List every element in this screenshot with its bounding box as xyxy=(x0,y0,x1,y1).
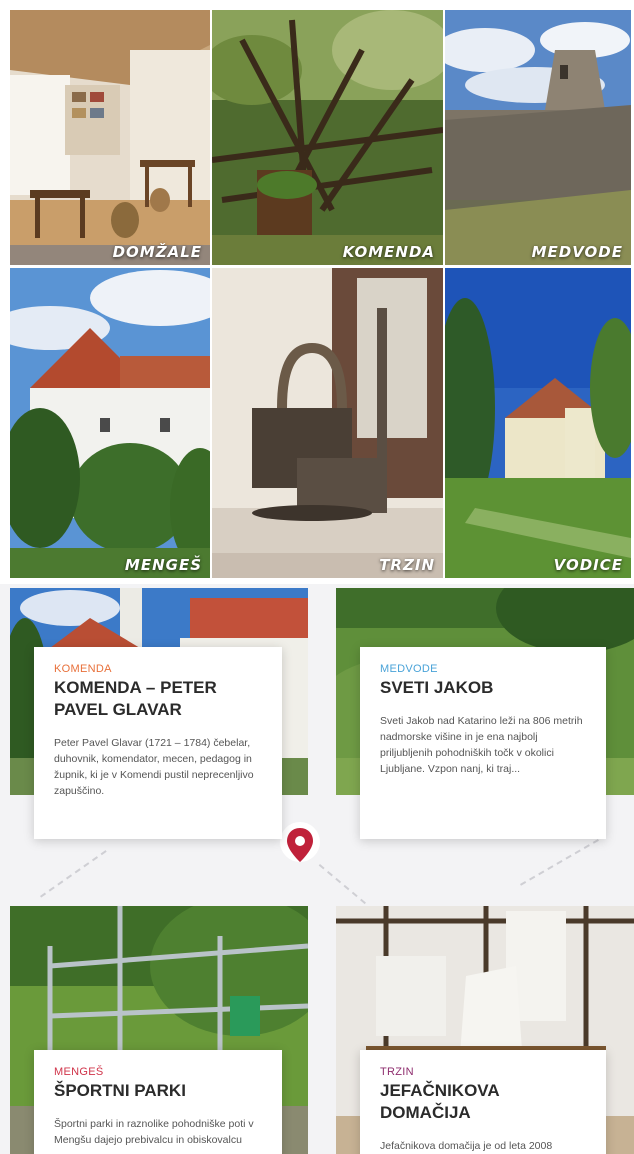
tile-label: MENGEŠ xyxy=(124,556,202,574)
card-description: Sveti Jakob nad Katarino leži na 806 met… xyxy=(380,715,583,775)
trzin-photo xyxy=(212,268,443,578)
card-description: Peter Pavel Glavar (1721 – 1784) čebelar… xyxy=(54,737,254,797)
card-category[interactable]: KOMENDA xyxy=(54,663,264,675)
attraction-card[interactable]: TRZIN JEFAČNIKOVA DOMAČIJA Jefačnikova d… xyxy=(360,1050,606,1154)
komenda-photo xyxy=(212,10,443,265)
attractions-section: KOMENDA KOMENDA – PETER PAVEL GLAVAR Pet… xyxy=(0,584,634,1154)
card-category[interactable]: MEDVODE xyxy=(380,663,588,675)
tile-komenda[interactable]: KOMENDA xyxy=(212,10,443,265)
card-title[interactable]: ŠPORTNI PARKI xyxy=(54,1080,264,1102)
card-title[interactable]: JEFAČNIKOVA DOMAČIJA xyxy=(380,1080,588,1124)
connector-line xyxy=(40,850,107,898)
tile-vodice[interactable]: VODICE xyxy=(445,268,631,578)
card-title[interactable]: KOMENDA – PETER PAVEL GLAVAR xyxy=(54,677,264,721)
card-description: Jefačnikova domačija je od leta 2008 xyxy=(380,1140,553,1152)
tile-medvode[interactable]: MEDVODE xyxy=(445,10,631,265)
map-pin-icon[interactable] xyxy=(278,822,322,870)
connector-line xyxy=(520,839,599,886)
tile-menges[interactable]: MENGEŠ xyxy=(10,268,210,578)
connector-line xyxy=(318,864,366,905)
tile-trzin[interactable]: TRZIN xyxy=(212,268,443,578)
attraction-card[interactable]: MEDVODE SVETI JAKOB Sveti Jakob nad Kata… xyxy=(360,647,606,839)
tile-label: KOMENDA xyxy=(342,243,435,261)
menges-photo xyxy=(10,268,210,578)
domzale-photo xyxy=(10,10,210,265)
attraction-card[interactable]: MENGEŠ ŠPORTNI PARKI Športni parki in ra… xyxy=(34,1050,282,1154)
card-category[interactable]: MENGEŠ xyxy=(54,1066,264,1078)
card-category[interactable]: TRZIN xyxy=(380,1066,588,1078)
card-description: Športni parki in raznolike pohodniške po… xyxy=(54,1118,254,1146)
tile-label: TRZIN xyxy=(379,556,435,574)
vodice-photo xyxy=(445,268,631,578)
attraction-card[interactable]: KOMENDA KOMENDA – PETER PAVEL GLAVAR Pet… xyxy=(34,647,282,839)
tile-label: DOMŽALE xyxy=(112,243,202,261)
tile-domzale[interactable]: DOMŽALE xyxy=(10,10,210,265)
tile-label: MEDVODE xyxy=(531,243,623,261)
tile-label: VODICE xyxy=(553,556,623,574)
card-title[interactable]: SVETI JAKOB xyxy=(380,677,588,699)
medvode-photo xyxy=(445,10,631,265)
